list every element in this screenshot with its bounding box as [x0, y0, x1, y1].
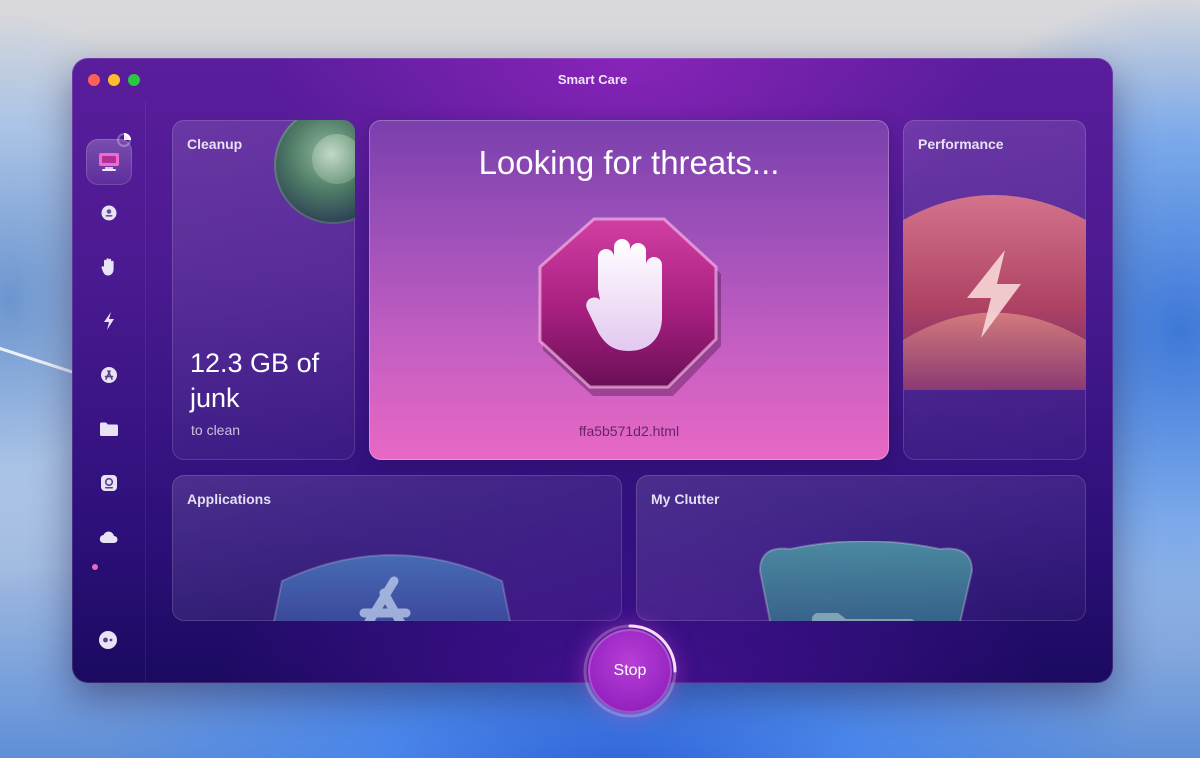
sidebar-item-applications[interactable]: [92, 358, 126, 392]
applications-card[interactable]: Applications: [172, 475, 622, 621]
assistant-icon: [99, 631, 117, 649]
title-bar: Smart Care: [72, 58, 1113, 102]
my-clutter-card[interactable]: My Clutter: [636, 475, 1086, 621]
applications-icon: [101, 367, 117, 383]
protection-scan-title: Looking for threats...: [478, 144, 780, 181]
cleanup-card[interactable]: Cleanup 12.3 GB of junk to clean: [172, 120, 355, 460]
performance-card-label: Performance: [918, 136, 1004, 152]
assistant-button[interactable]: [98, 630, 118, 655]
sidebar-item-cleanup[interactable]: [92, 196, 126, 230]
cloud-cleanup-icon: [99, 531, 118, 544]
sidebar-item-my-clutter[interactable]: [92, 412, 126, 446]
sidebar-item-space-lens[interactable]: [92, 466, 126, 500]
my-clutter-illustration: [758, 541, 974, 621]
stop-hand-icon: [538, 217, 721, 396]
performance-illustration: [903, 195, 1086, 390]
my-clutter-card-label: My Clutter: [651, 491, 720, 507]
applications-card-label: Applications: [187, 491, 272, 507]
protection-hand-icon: [101, 258, 114, 276]
cleanup-illustration-center: [312, 134, 355, 184]
cleanup-card-label: Cleanup: [187, 136, 243, 152]
cleanup-subtitle: to clean: [191, 422, 241, 438]
my-clutter-folder-icon: [100, 422, 118, 436]
window-title: Smart Care: [557, 72, 628, 87]
cloud-cleanup-badge: [92, 564, 98, 570]
stop-button[interactable]: Stop: [588, 629, 672, 713]
sidebar-item-cloud-cleanup[interactable]: [92, 520, 126, 554]
cleanup-junk-size: 12.3 GB of junk: [190, 348, 320, 413]
performance-bolt-icon: [104, 312, 114, 330]
scan-progress-ring: [117, 133, 131, 147]
space-lens-icon: [101, 475, 117, 491]
stop-button-container: Stop: [583, 624, 677, 718]
protection-card[interactable]: Looking for threats... ffa5b571d2.html: [369, 120, 889, 460]
sidebar-item-protection[interactable]: [92, 250, 126, 284]
smart-care-icon: [99, 153, 119, 171]
scanned-file-name: ffa5b571d2.html: [578, 423, 680, 439]
smart-care-window: Smart Care Cleanup 12.3 GB of junk to cl…: [72, 58, 1113, 683]
cleanup-icon: [101, 205, 117, 221]
performance-card[interactable]: Performance: [903, 120, 1086, 460]
sidebar-item-performance[interactable]: [92, 304, 126, 338]
sidebar: [72, 102, 146, 683]
applications-illustration: [272, 554, 512, 621]
